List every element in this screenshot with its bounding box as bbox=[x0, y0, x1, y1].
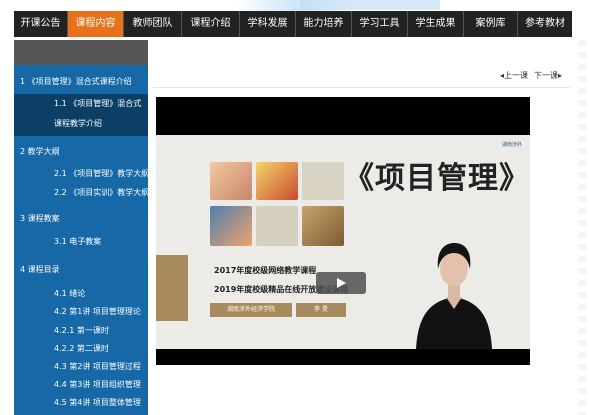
collage-photo bbox=[302, 162, 344, 200]
collage-photo bbox=[210, 206, 252, 246]
collage-photo bbox=[210, 162, 252, 200]
sidebar-item-4-4[interactable]: 4.4 第3讲 项目组织管理 bbox=[14, 375, 148, 395]
sidebar-item-4[interactable]: 4 课程目录 bbox=[14, 260, 148, 280]
top-nav: 开课公告 课程内容 教师团队 课程介绍 学科发展 能力培养 学习工具 学生成果 … bbox=[14, 11, 572, 37]
sidebar-item-4-2-2[interactable]: 4.2.2 第二课时 bbox=[14, 339, 148, 359]
school-tag: 湖南涉外经济学院 bbox=[210, 303, 292, 317]
sidebar-item-2-1[interactable]: 2.1 《项目管理》教学大纲 bbox=[14, 164, 148, 184]
sidebar-header bbox=[14, 40, 148, 65]
play-button[interactable] bbox=[316, 272, 366, 294]
sidebar: 1 《项目管理》混合式课程介绍 1.1 《项目管理》混合式课程教学介绍 2 教学… bbox=[14, 40, 148, 415]
lesson-pager: ◂上一课 下一课▸ bbox=[500, 70, 562, 81]
sidebar-item-4-5[interactable]: 4.5 第4讲 项目整体管理 bbox=[14, 393, 148, 413]
prev-lesson-link[interactable]: ◂上一课 bbox=[500, 70, 528, 81]
sidebar-item-2[interactable]: 2 教学大纲 bbox=[14, 142, 148, 162]
collage-photo bbox=[256, 162, 298, 200]
nav-item-announcement[interactable]: 开课公告 bbox=[14, 11, 68, 37]
nav-item-textbooks[interactable]: 参考教材 bbox=[518, 11, 572, 37]
slide-line-1: 2017年度校级网络教学课程 bbox=[214, 266, 317, 275]
divider bbox=[152, 87, 570, 88]
presenter-image bbox=[416, 243, 492, 349]
school-badge: 湖南涉外 bbox=[501, 142, 522, 148]
sidebar-item-3[interactable]: 3 课程教案 bbox=[14, 209, 148, 229]
sidebar-item-1[interactable]: 1 《项目管理》混合式课程介绍 bbox=[14, 72, 148, 92]
collage-photo bbox=[302, 206, 344, 246]
collage-photo bbox=[256, 206, 298, 246]
banner-graphic bbox=[300, 0, 440, 10]
play-icon bbox=[337, 278, 346, 288]
video-slide: 湖南涉外 《项目管理》 2017年度校级网络教学课程 2019年度校级精品在线开… bbox=[156, 135, 530, 349]
sidebar-item-1-1-active[interactable]: 1.1 《项目管理》混合式课程教学介绍 bbox=[14, 94, 148, 136]
nav-item-teacher-team[interactable]: 教师团队 bbox=[124, 11, 182, 37]
nav-item-ability[interactable]: 能力培养 bbox=[296, 11, 352, 37]
sidebar-item-2-2[interactable]: 2.2 《项目实训》教学大纲 bbox=[14, 183, 148, 203]
sidebar-item-4-1[interactable]: 4.1 绪论 bbox=[14, 284, 148, 304]
video-player[interactable]: 湖南涉外 《项目管理》 2017年度校级网络教学课程 2019年度校级精品在线开… bbox=[156, 97, 530, 365]
sidebar-item-4-3[interactable]: 4.3 第2讲 项目管理过程 bbox=[14, 357, 148, 377]
decor-block bbox=[156, 255, 188, 321]
nav-item-student-results[interactable]: 学生成果 bbox=[408, 11, 464, 37]
nav-item-case-library[interactable]: 案例库 bbox=[464, 11, 518, 37]
sidebar-item-3-1[interactable]: 3.1 电子教案 bbox=[14, 232, 148, 252]
next-lesson-link[interactable]: 下一课▸ bbox=[534, 70, 562, 81]
nav-item-tools[interactable]: 学习工具 bbox=[352, 11, 408, 37]
teacher-tag: 李 旻 bbox=[296, 303, 346, 317]
right-decoration bbox=[578, 40, 586, 415]
slide-title: 《项目管理》 bbox=[344, 161, 530, 196]
sidebar-item-4-2-1[interactable]: 4.2.1 第一课时 bbox=[14, 321, 148, 341]
sidebar-item-label: 1.1 《项目管理》混合式课程教学介绍 bbox=[54, 99, 142, 128]
sidebar-item-4-2[interactable]: 4.2 第1讲 项目管理理论 bbox=[14, 302, 148, 322]
nav-item-discipline[interactable]: 学科发展 bbox=[240, 11, 296, 37]
nav-item-course-intro[interactable]: 课程介绍 bbox=[182, 11, 240, 37]
nav-item-course-content[interactable]: 课程内容 bbox=[68, 11, 124, 37]
